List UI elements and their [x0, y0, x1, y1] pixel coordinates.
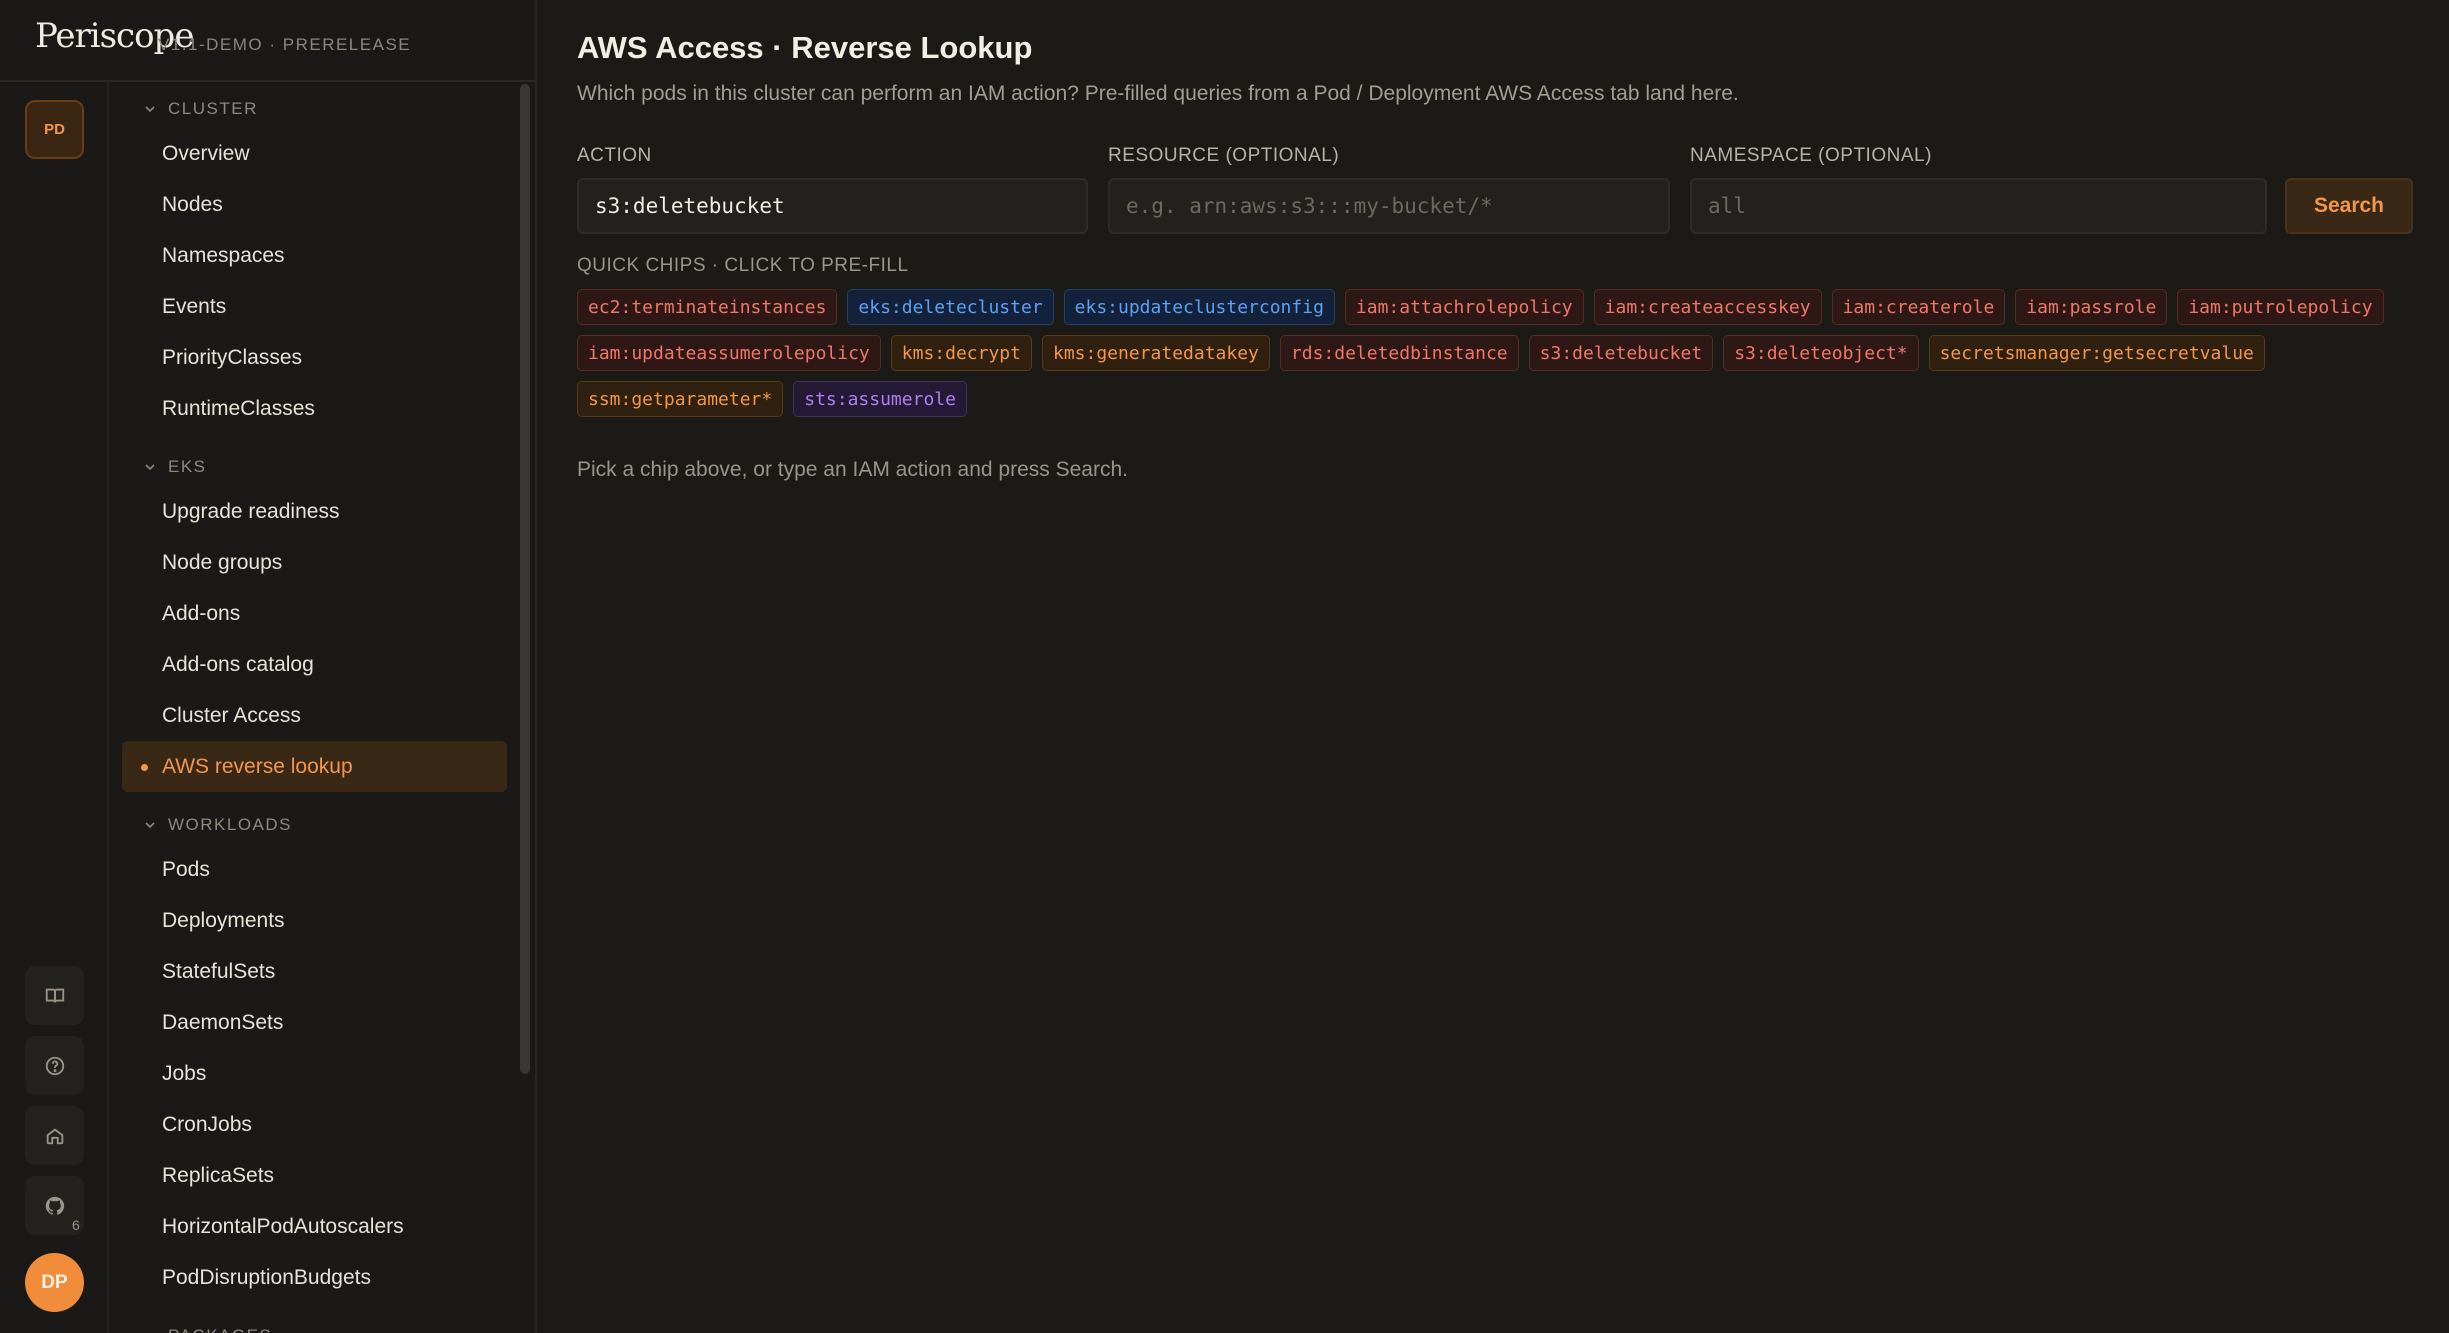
- sidebar-item-label: PodDisruptionBudgets: [162, 1265, 371, 1289]
- sidebar-item-jobs[interactable]: Jobs: [122, 1048, 522, 1099]
- sidebar-item-label: Namespaces: [162, 243, 285, 267]
- quick-chip[interactable]: ssm:getparameter*: [577, 381, 784, 417]
- action-field[interactable]: [577, 178, 1088, 234]
- chevron-down-icon: [142, 817, 168, 833]
- sidebar-item-label: RuntimeClasses: [162, 396, 315, 420]
- icon-rail: PD 6 DP: [0, 82, 109, 1333]
- sidebar-scrollbar[interactable]: [520, 84, 530, 1074]
- sidebar-item-label: HorizontalPodAutoscalers: [162, 1214, 404, 1238]
- quick-chip[interactable]: secretsmanager:getsecretvalue: [1928, 335, 2265, 371]
- sidebar-item-label: Overview: [162, 141, 250, 165]
- nav-section-workloads[interactable]: WORKLOADS: [122, 806, 522, 844]
- avatar[interactable]: DP: [25, 1253, 84, 1312]
- namespace-input[interactable]: [1706, 193, 2251, 219]
- main-content: AWS Access · Reverse Lookup Which pods i…: [537, 0, 2449, 1333]
- empty-state-hint: Pick a chip above, or type an IAM action…: [577, 458, 1128, 481]
- quick-chips: ec2:terminateinstances eks:deletecluster e…: [577, 289, 2427, 417]
- sidebar-item-horizontalpodautoscalers[interactable]: HorizontalPodAutoscalers: [122, 1201, 522, 1252]
- sidebar-item-events[interactable]: Events: [122, 281, 522, 332]
- chevron-down-icon: [142, 101, 168, 117]
- sidebar-item-node-groups[interactable]: Node groups: [122, 537, 522, 588]
- search-button[interactable]: Search: [2285, 178, 2413, 234]
- quick-chip[interactable]: iam:updateassumerolepolicy: [577, 335, 881, 371]
- sidebar-item-pods[interactable]: Pods: [122, 844, 522, 895]
- sidebar-item-nodes[interactable]: Nodes: [122, 179, 522, 230]
- sidebar: Periscope V1.1-DEMO · PRERELEASE PD 6 DP…: [0, 0, 537, 1333]
- action-label: ACTION: [577, 145, 652, 166]
- sidebar-item-label: Upgrade readiness: [162, 499, 340, 523]
- quick-chip[interactable]: kms:decrypt: [890, 335, 1032, 371]
- sidebar-item-label: Pods: [162, 857, 210, 881]
- quick-chip[interactable]: s3:deleteobject*: [1723, 335, 1919, 371]
- sidebar-item-add-ons[interactable]: Add-ons: [122, 588, 522, 639]
- sidebar-item-label: Nodes: [162, 192, 223, 216]
- sidebar-item-label: Add-ons catalog: [162, 652, 314, 676]
- help-icon[interactable]: [25, 1036, 84, 1095]
- sidebar-item-add-ons-catalog[interactable]: Add-ons catalog: [122, 639, 522, 690]
- brand-header: Periscope V1.1-DEMO · PRERELEASE: [0, 0, 535, 82]
- sidebar-item-cronjobs[interactable]: CronJobs: [122, 1099, 522, 1150]
- sidebar-item-label: DaemonSets: [162, 1010, 284, 1034]
- sidebar-item-label: Events: [162, 294, 227, 318]
- sidebar-item-label: ReplicaSets: [162, 1163, 275, 1187]
- sidebar-nav: CLUSTER Overview Nodes Namespaces Events Prio…: [122, 82, 522, 1333]
- cluster-badge[interactable]: PD: [25, 100, 84, 159]
- sidebar-item-label: StatefulSets: [162, 959, 276, 983]
- nav-section-eks[interactable]: EKS: [122, 448, 522, 486]
- sidebar-item-daemonsets[interactable]: DaemonSets: [122, 997, 522, 1048]
- nav-section-packages[interactable]: PACKAGES: [122, 1317, 522, 1333]
- nav-section-title: WORKLOADS: [168, 815, 293, 834]
- nav-section-cluster[interactable]: CLUSTER: [122, 90, 522, 128]
- nav-section-title: EKS: [168, 457, 207, 476]
- sidebar-item-deployments[interactable]: Deployments: [122, 895, 522, 946]
- quick-chip[interactable]: ec2:terminateinstances: [577, 289, 838, 325]
- sidebar-item-label: AWS reverse lookup: [162, 754, 353, 778]
- book-icon[interactable]: [25, 966, 84, 1025]
- nav-section-title: PACKAGES: [168, 1326, 272, 1333]
- quick-chip[interactable]: s3:deletebucket: [1528, 335, 1714, 371]
- page-subtitle: Which pods in this cluster can perform a…: [577, 82, 1739, 105]
- sidebar-item-label: Add-ons: [162, 601, 241, 625]
- sidebar-item-label: PriorityClasses: [162, 345, 303, 369]
- app-version: V1.1-DEMO · PRERELEASE: [158, 35, 412, 54]
- quick-chip[interactable]: iam:putrolepolicy: [2177, 289, 2384, 325]
- quick-chip[interactable]: iam:attachrolepolicy: [1344, 289, 1584, 325]
- resource-field[interactable]: [1108, 178, 1670, 234]
- resource-label: RESOURCE (OPTIONAL): [1108, 145, 1340, 166]
- sidebar-item-runtimeclasses[interactable]: RuntimeClasses: [122, 383, 522, 434]
- sidebar-item-label: Jobs: [162, 1061, 207, 1085]
- namespace-field[interactable]: [1690, 178, 2267, 234]
- quick-chips-label: QUICK CHIPS · CLICK TO PRE-FILL: [577, 255, 909, 276]
- sidebar-item-cluster-access[interactable]: Cluster Access: [122, 690, 522, 741]
- sidebar-item-overview[interactable]: Overview: [122, 128, 522, 179]
- quick-chip[interactable]: eks:deletecluster: [847, 289, 1054, 325]
- quick-chip[interactable]: sts:assumerole: [793, 381, 967, 417]
- quick-chip[interactable]: rds:deletedbinstance: [1279, 335, 1519, 371]
- quick-chip[interactable]: iam:createrole: [1831, 289, 2006, 325]
- github-count: 6: [72, 1217, 80, 1233]
- page-title: AWS Access · Reverse Lookup: [577, 30, 1033, 65]
- home-icon[interactable]: [25, 1106, 84, 1165]
- quick-chip[interactable]: kms:generatedatakey: [1041, 335, 1270, 371]
- sidebar-item-poddisruptionbudgets[interactable]: PodDisruptionBudgets: [122, 1252, 522, 1303]
- sidebar-item-label: Deployments: [162, 908, 285, 932]
- sidebar-item-priorityclasses[interactable]: PriorityClasses: [122, 332, 522, 383]
- resource-input[interactable]: [1124, 193, 1654, 219]
- quick-chip[interactable]: eks:updateclusterconfig: [1063, 289, 1335, 325]
- chevron-down-icon: [142, 459, 168, 475]
- sidebar-item-upgrade-readiness[interactable]: Upgrade readiness: [122, 486, 522, 537]
- sidebar-item-statefulsets[interactable]: StatefulSets: [122, 946, 522, 997]
- sidebar-item-aws-reverse-lookup[interactable]: AWS reverse lookup: [122, 741, 507, 792]
- action-input[interactable]: [593, 193, 1072, 219]
- sidebar-item-namespaces[interactable]: Namespaces: [122, 230, 522, 281]
- sidebar-item-label: Node groups: [162, 550, 283, 574]
- chevron-down-icon: [142, 1328, 168, 1333]
- namespace-label: NAMESPACE (OPTIONAL): [1690, 145, 1932, 166]
- sidebar-item-label: Cluster Access: [162, 703, 301, 727]
- quick-chip[interactable]: iam:passrole: [2015, 289, 2168, 325]
- quick-chip[interactable]: iam:createaccesskey: [1593, 289, 1822, 325]
- sidebar-item-replicasets[interactable]: ReplicaSets: [122, 1150, 522, 1201]
- nav-section-title: CLUSTER: [168, 99, 258, 118]
- sidebar-item-label: CronJobs: [162, 1112, 252, 1136]
